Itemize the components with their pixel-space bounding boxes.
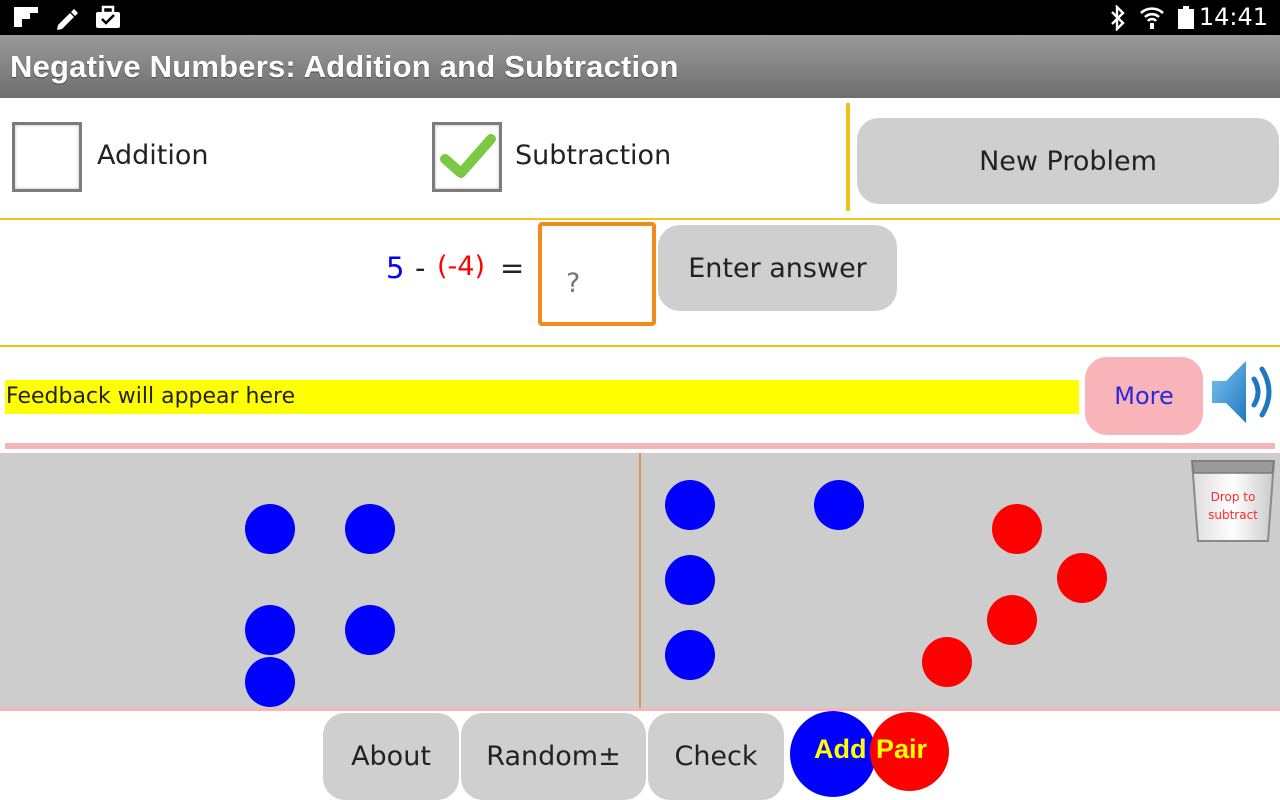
answer-input[interactable] [542,226,652,322]
negative-counter[interactable] [987,595,1037,645]
trash-bin[interactable]: Drop to subtract [1188,455,1278,545]
add-pair-label-add: Add [814,734,867,764]
positive-counter[interactable] [665,630,715,680]
speaker-icon[interactable] [1210,355,1276,433]
random-button[interactable]: Random± [461,713,646,800]
check-mark-icon [440,134,496,178]
positive-counter[interactable] [345,504,395,554]
positive-counter[interactable] [665,480,715,530]
subtraction-checkbox[interactable] [432,122,502,192]
more-button[interactable]: More [1085,357,1203,435]
equation-equals: = [500,251,525,285]
feedback-text: Feedback will appear here [5,380,1079,414]
equation-operator: - [415,251,426,285]
wifi-icon [1138,3,1166,35]
pencil-icon [54,5,80,35]
trash-label: Drop to subtract [1208,490,1258,522]
divider-middle [0,345,1280,347]
title-bar: Negative Numbers: Addition and Subtracti… [0,35,1280,98]
left-counter-area[interactable] [0,453,639,708]
addition-checkbox[interactable] [12,122,82,192]
negative-counter[interactable] [922,637,972,687]
enter-answer-button[interactable]: Enter answer [658,225,897,311]
area-divider [639,453,641,708]
battery-icon [1177,6,1195,34]
divider-top [0,218,1280,220]
negative-counter[interactable] [1057,553,1107,603]
new-problem-button[interactable]: New Problem [857,118,1279,204]
check-button[interactable]: Check [648,713,784,800]
bluetooth-icon [1108,4,1128,35]
answer-field[interactable] [538,222,656,326]
positive-counter[interactable] [245,504,295,554]
add-pair-label-pair: Pair [876,734,928,764]
briefcase-icon [94,4,122,34]
equation-second-operand: (-4) [437,251,485,282]
status-bar: 14:41 [0,0,1280,35]
area-bottom-border [0,708,1280,711]
positive-counter[interactable] [814,480,864,530]
equation-first-operand: 5 [386,251,405,285]
positive-counter[interactable] [665,555,715,605]
addition-label: Addition [97,140,209,171]
about-button[interactable]: About [323,713,459,800]
app-icon [12,5,40,33]
positive-counter[interactable] [245,657,295,707]
divider-pink [5,443,1275,449]
vertical-divider [846,103,850,211]
subtraction-label: Subtraction [515,140,672,171]
negative-counter[interactable] [992,504,1042,554]
positive-counter[interactable] [245,605,295,655]
status-time: 14:41 [1198,3,1268,31]
page-title: Negative Numbers: Addition and Subtracti… [10,49,679,84]
positive-counter[interactable] [345,605,395,655]
